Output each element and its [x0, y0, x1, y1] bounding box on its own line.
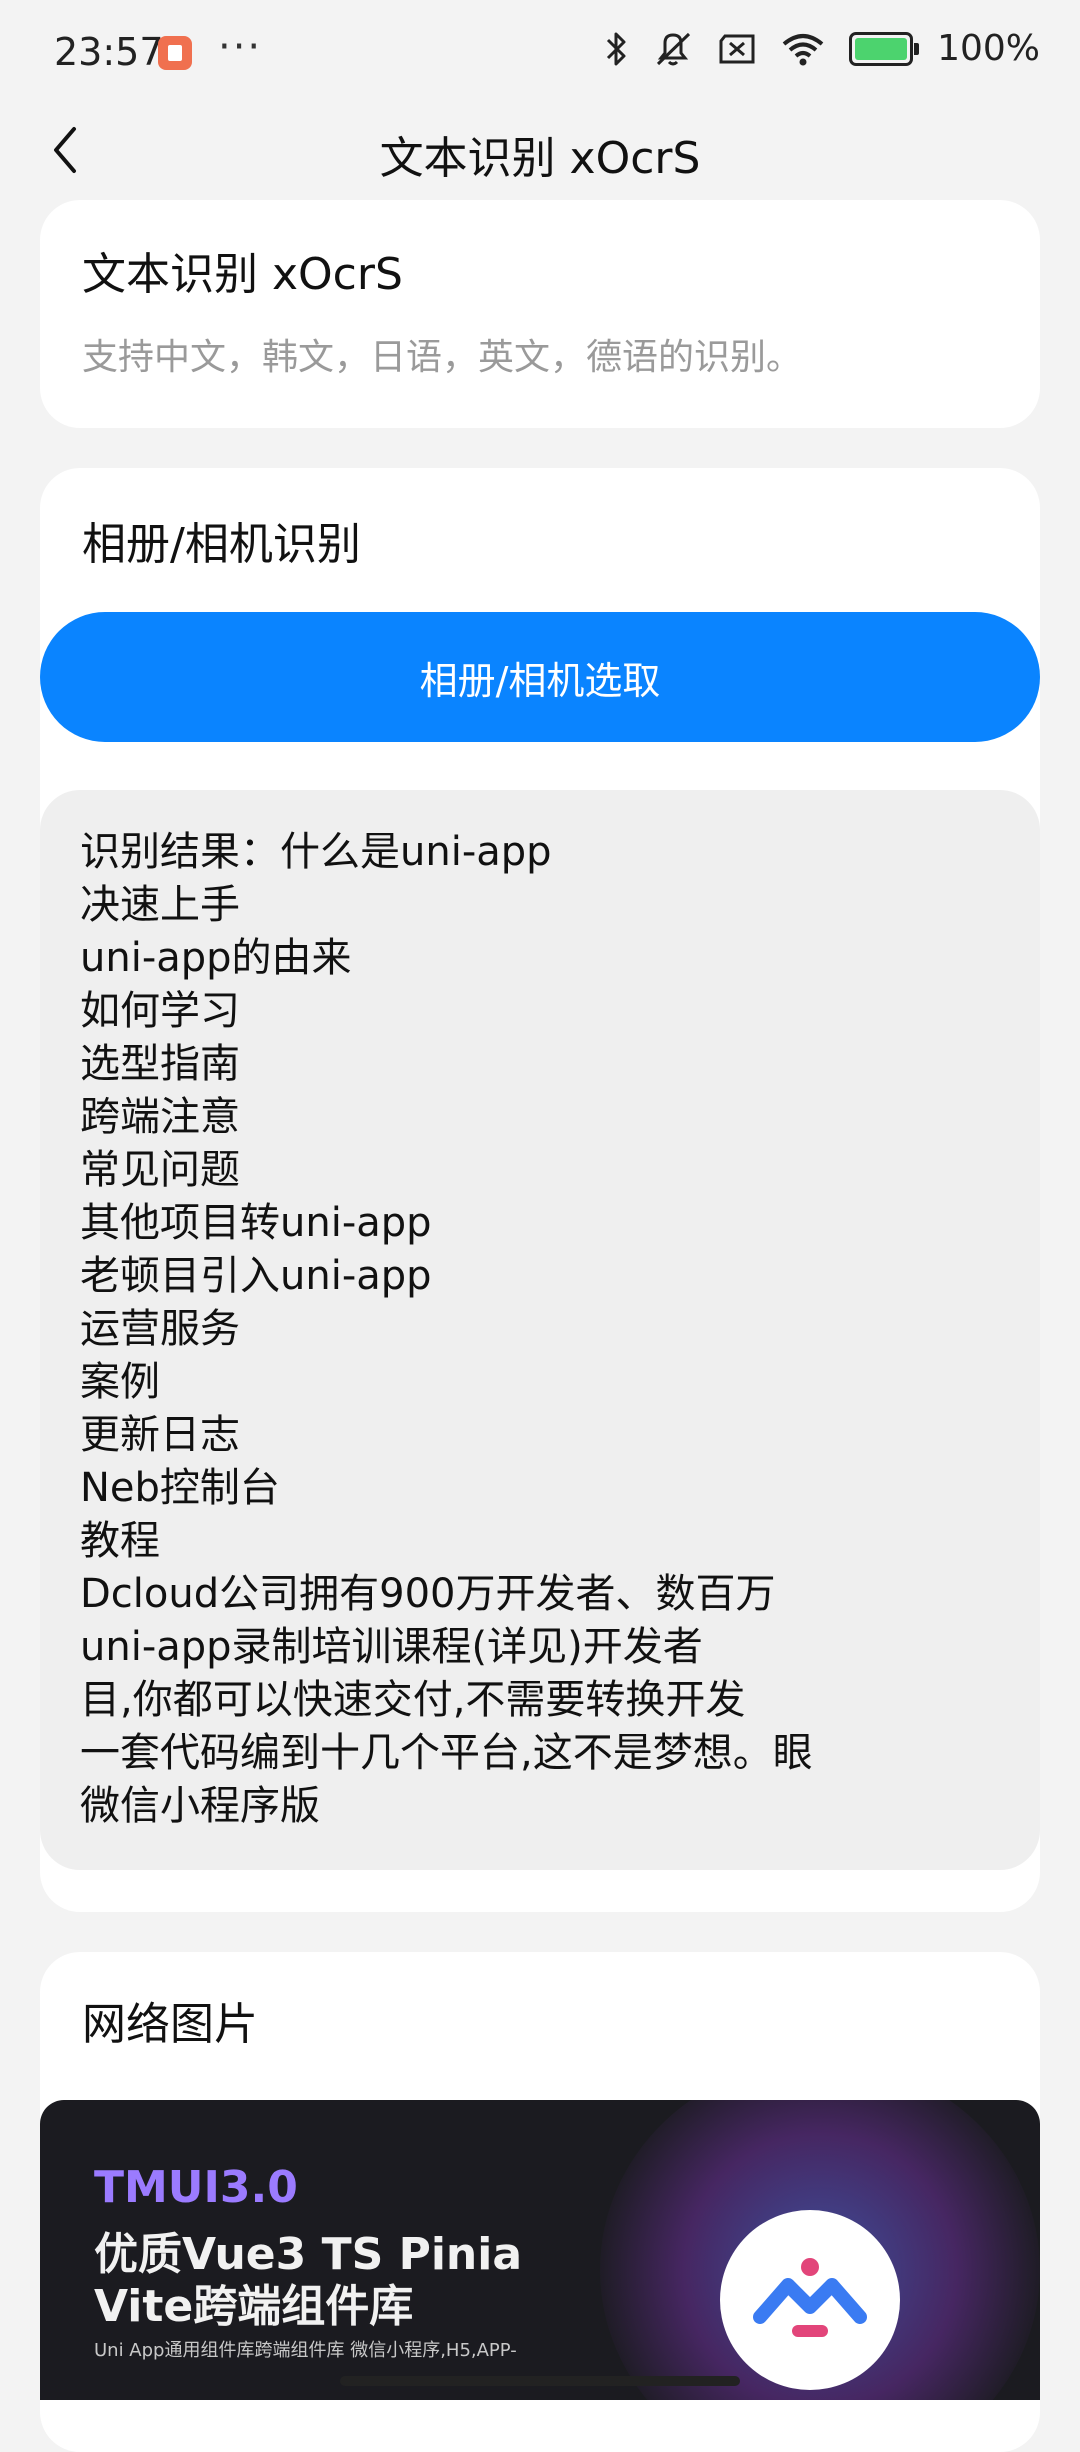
ocr-result-line: 常见问题: [80, 1147, 240, 1193]
ocr-result-line: 如何学习: [80, 988, 240, 1034]
notification-app-icon: [158, 36, 192, 70]
ocr-result-line: 目,你都可以快速交付,不需要转换开发: [80, 1677, 746, 1723]
no-sim-icon: [719, 34, 755, 63]
bluetooth-icon: [607, 32, 626, 65]
intro-card: 文本识别 xOcrS 支持中文，韩文，日语，英文，德语的识别。: [40, 200, 1040, 428]
status-time: 23:57: [54, 30, 164, 74]
home-indicator[interactable]: [340, 2376, 740, 2386]
ocr-result-line: 跨端注意: [80, 1094, 240, 1140]
banner-subtitle: Uni App通用组件库跨端组件库 微信小程序,H5,APP-: [94, 2340, 517, 2361]
ocr-result-line: 选型指南: [80, 1041, 240, 1087]
status-icons: 100%: [605, 28, 1040, 69]
banner-brand: TMUI3.0: [94, 2162, 298, 2213]
ocr-result-box: 识别结果：什么是uni-app 决速上手 uni-app的由来 如何学习选型指南跨端注…: [40, 790, 1040, 1870]
ocr-result-line: uni-app的由来: [80, 935, 352, 981]
battery-icon: [849, 31, 920, 66]
ocr-result-line: 识别结果：什么是uni-app: [80, 829, 552, 875]
banner-headline-2: Vite跨端组件库: [94, 2281, 414, 2332]
ocr-result-text: 识别结果：什么是uni-app 决速上手 uni-app的由来 如何学习选型指南跨端注…: [80, 826, 1010, 1833]
more-notifications-icon: ···: [218, 24, 263, 70]
ocr-result-line: 其他项目转uni-app: [80, 1200, 432, 1246]
ocr-result-line: 微信小程序版: [80, 1783, 320, 1829]
album-camera-select-button[interactable]: 相册/相机选取: [40, 612, 1040, 742]
mute-icon: [657, 32, 691, 65]
network-image-title: 网络图片: [82, 1999, 258, 2050]
nav-bar: 文本识别 xOcrS: [0, 100, 1080, 200]
ocr-result-line: Dcloud公司拥有900万开发者、数百万: [80, 1571, 776, 1617]
network-image[interactable]: TMUI3.0 优质Vue3 TS Pinia Vite跨端组件库 Uni Ap…: [40, 2100, 1040, 2400]
ocr-result-line: Neb控制台: [80, 1465, 280, 1511]
page-title: 文本识别 xOcrS: [379, 133, 701, 184]
ocr-result-line: 教程: [80, 1518, 160, 1564]
wifi-icon: [782, 33, 824, 65]
ocr-result-line: 更新日志: [80, 1412, 240, 1458]
album-camera-title: 相册/相机识别: [82, 519, 361, 570]
status-bar: 23:57 ··· 100%: [0, 0, 1080, 100]
ocr-result-line: 一套代码编到十几个平台,这不是梦想。眼: [80, 1730, 813, 1776]
ocr-result-line: 决速上手: [80, 882, 240, 928]
battery-percent: 100%: [937, 28, 1040, 69]
tmui-logo-icon: [720, 2210, 900, 2390]
intro-description: 支持中文，韩文，日语，英文，德语的识别。: [82, 337, 803, 378]
ocr-result-line: 老顿目引入uni-app: [80, 1253, 432, 1299]
ocr-result-line: uni-app录制培训课程(详见)开发者: [80, 1624, 703, 1670]
intro-title: 文本识别 xOcrS: [82, 249, 403, 300]
ocr-result-line: 运营服务: [80, 1306, 240, 1352]
ocr-result-line: 案例: [80, 1359, 160, 1405]
